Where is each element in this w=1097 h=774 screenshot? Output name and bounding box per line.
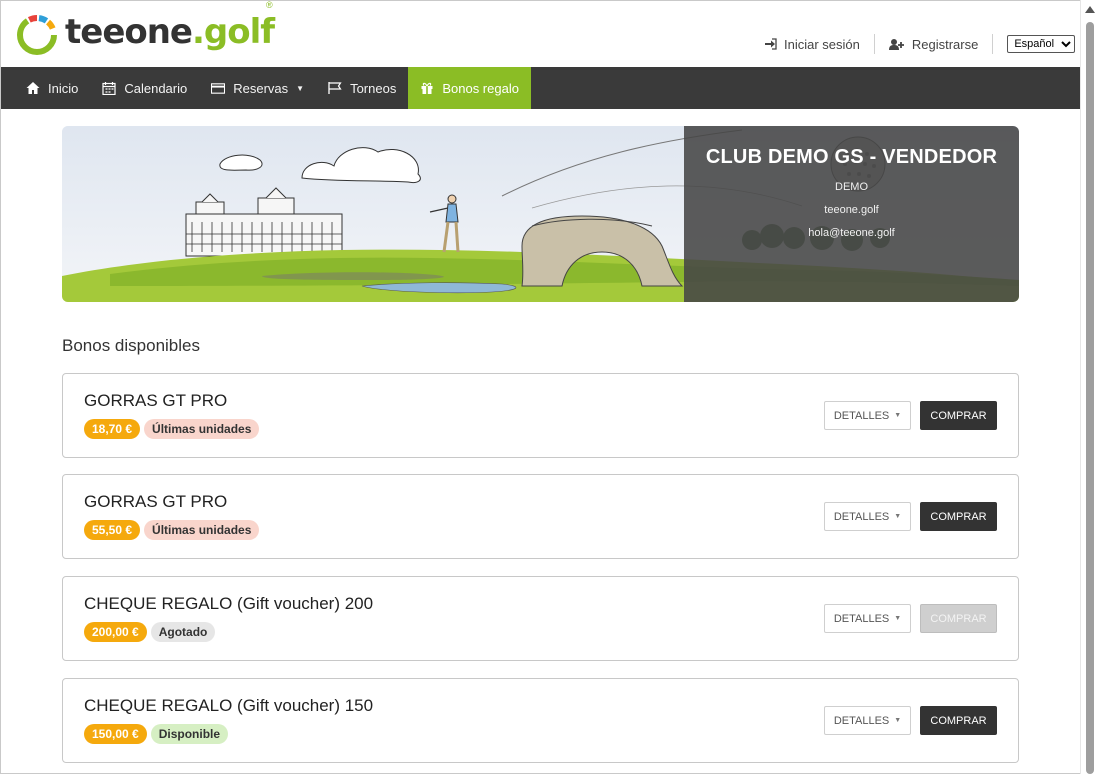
scroll-thumb[interactable]	[1086, 22, 1094, 774]
divider	[992, 34, 994, 54]
chevron-down-icon: ▼	[894, 615, 902, 622]
price-badge: 150,00 €	[84, 724, 147, 744]
section-title: Bonos disponibles	[62, 336, 200, 355]
club-email[interactable]: hola@teeone.golf	[684, 227, 1019, 239]
club-website[interactable]: teeone.golf	[684, 204, 1019, 216]
chevron-down-icon: ▼	[894, 513, 902, 520]
buy-button[interactable]: COMPRAR	[920, 401, 997, 430]
account-links: Iniciar sesión Registrarse Español	[765, 34, 1076, 54]
details-label: DETALLES	[833, 612, 890, 625]
price-badge: 200,00 €	[84, 622, 147, 642]
club-name: CLUB DEMO GS - VENDEDOR	[705, 146, 998, 168]
club-info-overlay: CLUB DEMO GS - VENDEDOR DEMO teeone.golf…	[684, 126, 1019, 302]
price-badge: 18,70 €	[84, 419, 141, 439]
scroll-up-icon[interactable]	[1085, 6, 1095, 13]
calendar-icon	[102, 81, 116, 95]
status-badge: Agotado	[150, 622, 216, 642]
details-button[interactable]: DETALLES ▼	[824, 502, 911, 531]
club-banner: CLUB DEMO GS - VENDEDOR DEMO teeone.golf…	[62, 126, 1019, 302]
register-link[interactable]: Registrarse	[888, 36, 979, 52]
logo-text: teeone.golf	[65, 12, 275, 52]
nav-label: Bonos regalo	[442, 80, 519, 96]
nav-item-bonos-regalo[interactable]: Bonos regalo	[408, 67, 531, 109]
bono-badges: 55,50 € Últimas unidades	[84, 520, 260, 540]
home-icon	[26, 82, 40, 94]
nav-label: Calendario	[124, 80, 188, 96]
nav-label: Inicio	[48, 80, 79, 96]
login-label: Iniciar sesión	[784, 36, 860, 52]
credit-card-icon	[211, 82, 226, 94]
bono-title: GORRAS GT PRO	[84, 391, 228, 410]
caret-down-icon: ▼	[296, 83, 305, 93]
gift-icon	[421, 82, 433, 94]
chevron-down-icon: ▼	[894, 412, 902, 419]
club-subtitle: DEMO	[835, 181, 868, 193]
language-select[interactable]: Español	[1007, 35, 1076, 53]
status-badge: Últimas unidades	[144, 419, 260, 439]
bono-card: GORRAS GT PRO 55,50 € Últimas unidades D…	[62, 474, 1019, 559]
status-badge: Últimas unidades	[144, 520, 260, 540]
logo-ring-icon	[17, 15, 57, 55]
nav-label: Torneos	[350, 80, 397, 96]
details-label: DETALLES	[833, 510, 890, 523]
price-badge: 55,50 €	[84, 520, 141, 540]
details-button[interactable]: DETALLES ▼	[824, 706, 911, 735]
buy-button-disabled: COMPRAR	[920, 604, 997, 633]
bono-badges: 150,00 € Disponible	[84, 724, 229, 744]
status-badge: Disponible	[150, 724, 229, 744]
buy-button[interactable]: COMPRAR	[920, 502, 997, 531]
scrollbar[interactable]	[1080, 0, 1097, 774]
nav-label: Reservas	[233, 80, 289, 96]
bono-card: CHEQUE REGALO (Gift voucher) 150 150,00 …	[62, 678, 1019, 763]
bono-title: CHEQUE REGALO (Gift voucher) 200	[84, 594, 374, 613]
nav-item-inicio[interactable]: Inicio	[14, 67, 90, 109]
bono-title: CHEQUE REGALO (Gift voucher) 150	[84, 696, 374, 715]
buy-button[interactable]: COMPRAR	[920, 706, 997, 735]
details-label: DETALLES	[833, 409, 890, 422]
nav-item-reservas[interactable]: Reservas ▼	[199, 67, 316, 109]
sign-in-icon	[765, 38, 777, 50]
bono-badges: 18,70 € Últimas unidades	[84, 419, 260, 439]
bono-badges: 200,00 € Agotado	[84, 622, 216, 642]
logo-registered-mark: ®	[266, 0, 273, 10]
chevron-down-icon: ▼	[894, 717, 902, 724]
details-label: DETALLES	[833, 714, 890, 727]
details-button[interactable]: DETALLES ▼	[824, 604, 911, 633]
login-link[interactable]: Iniciar sesión	[765, 37, 860, 52]
bono-card: GORRAS GT PRO 18,70 € Últimas unidades D…	[62, 373, 1019, 458]
divider	[873, 34, 875, 54]
nav-item-calendario[interactable]: Calendario	[90, 67, 199, 109]
bono-card: CHEQUE REGALO (Gift voucher) 200 200,00 …	[62, 576, 1019, 661]
nav-item-torneos[interactable]: Torneos	[316, 67, 408, 109]
logo[interactable]: teeone.golf	[15, 12, 275, 57]
flag-icon	[328, 82, 342, 94]
details-button[interactable]: DETALLES ▼	[824, 401, 911, 430]
bono-title: GORRAS GT PRO	[84, 492, 228, 511]
main-nav: Inicio Calendario Reservas ▼ Torneos Bon…	[1, 67, 1080, 109]
user-plus-icon	[888, 38, 904, 50]
register-label: Registrarse	[911, 36, 979, 52]
